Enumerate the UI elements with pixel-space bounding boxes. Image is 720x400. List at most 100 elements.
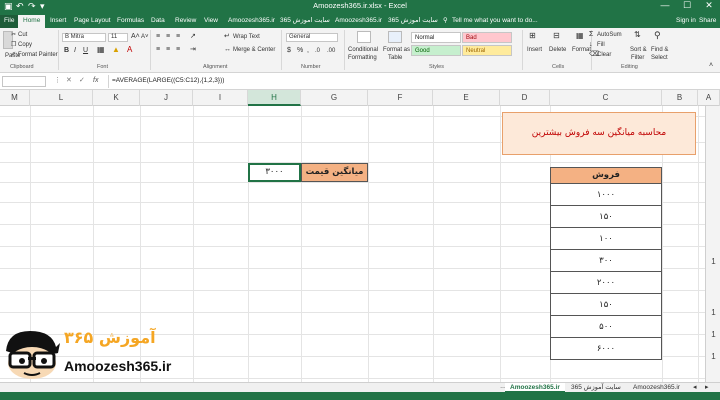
row-header[interactable]: 1: [706, 308, 720, 317]
underline-button[interactable]: U: [83, 47, 88, 55]
indent-icon[interactable]: ⇥: [190, 46, 196, 54]
bold-button[interactable]: B: [64, 47, 69, 55]
maximize-button[interactable]: ☐: [680, 0, 694, 11]
italic-button[interactable]: I: [74, 47, 76, 55]
tell-me-search[interactable]: Tell me what you want to do...: [452, 15, 538, 28]
find-select-button[interactable]: Find &: [651, 46, 668, 54]
decrease-decimal-icon[interactable]: .00: [327, 47, 335, 55]
column-header[interactable]: C: [550, 90, 662, 106]
align-center-icon[interactable]: ≡: [166, 46, 170, 54]
sales-cell[interactable]: ۶۰۰۰: [550, 338, 662, 360]
share-button[interactable]: Share: [699, 15, 716, 28]
merge-center-button[interactable]: Merge & Center: [233, 46, 275, 54]
align-middle-icon[interactable]: ≡: [166, 33, 170, 41]
column-header[interactable]: E: [433, 90, 500, 106]
orientation-icon[interactable]: ↗: [190, 33, 196, 41]
percent-icon[interactable]: %: [297, 47, 303, 55]
insert-cells-button[interactable]: Insert: [527, 46, 542, 54]
format-as-table-button-line2[interactable]: Table: [388, 54, 402, 62]
font-color-icon[interactable]: A: [127, 46, 132, 54]
tab-data[interactable]: Data: [151, 15, 165, 28]
currency-icon[interactable]: $: [287, 47, 291, 55]
shrink-font-icon[interactable]: A˅: [141, 33, 149, 41]
minimize-button[interactable]: —: [658, 0, 672, 10]
cut-button[interactable]: Cut: [18, 31, 27, 39]
column-header[interactable]: G: [301, 90, 368, 106]
conditional-formatting-button[interactable]: Conditional: [348, 46, 378, 54]
style-neutral[interactable]: Neutral: [462, 45, 512, 56]
style-good[interactable]: Good: [411, 45, 461, 56]
format-as-table-button[interactable]: Format as: [383, 46, 410, 54]
align-top-icon[interactable]: ≡: [156, 33, 160, 41]
clear-button[interactable]: Clear: [597, 51, 611, 59]
tab-view[interactable]: View: [204, 15, 218, 28]
font-size-select[interactable]: 11: [108, 33, 128, 42]
column-header[interactable]: M: [0, 90, 30, 106]
tab-amoozesh-1[interactable]: Amoozesh365.ir: [228, 15, 275, 28]
wrap-text-button[interactable]: Wrap Text: [233, 33, 260, 41]
tab-site-amoozesh-2[interactable]: سایت اموزش 365: [388, 15, 438, 28]
column-header[interactable]: B: [662, 90, 698, 106]
copy-button[interactable]: Copy: [18, 41, 32, 49]
font-name-select[interactable]: B Mitra: [62, 33, 106, 42]
number-format-select[interactable]: General: [286, 33, 338, 42]
delete-cells-button[interactable]: Delete: [549, 46, 566, 54]
tab-file[interactable]: File: [0, 15, 19, 28]
fill-color-icon[interactable]: ▲: [112, 46, 120, 54]
grow-font-icon[interactable]: A˄: [131, 33, 140, 41]
fill-button[interactable]: Fill: [597, 41, 605, 49]
tab-formulas[interactable]: Formulas: [117, 15, 144, 28]
format-as-table-icon[interactable]: [388, 31, 402, 43]
conditional-formatting-button-line2[interactable]: Formatting: [348, 54, 377, 62]
tab-page-layout[interactable]: Page Layout: [74, 15, 111, 28]
sort-filter-button[interactable]: Sort &: [630, 46, 647, 54]
column-header[interactable]: I: [193, 90, 248, 106]
column-header[interactable]: K: [93, 90, 140, 106]
sign-in-link[interactable]: Sign in: [676, 15, 696, 28]
tab-site-amoozesh-1[interactable]: سایت اموزش 365: [280, 15, 330, 28]
column-header[interactable]: F: [368, 90, 433, 106]
align-right-icon[interactable]: ≡: [176, 46, 180, 54]
sales-cell[interactable]: ۳۰۰: [550, 250, 662, 272]
align-bottom-icon[interactable]: ≡: [176, 33, 180, 41]
sort-filter-button-line2[interactable]: Filter: [631, 54, 644, 62]
row-header[interactable]: 1: [706, 257, 720, 266]
tab-insert[interactable]: Insert: [50, 15, 66, 28]
find-select-button-line2[interactable]: Select: [651, 54, 668, 62]
tab-amoozesh-2[interactable]: Amoozesh365.ir: [335, 15, 382, 28]
column-header[interactable]: D: [500, 90, 550, 106]
formula-input[interactable]: =AVERAGE(LARGE((C5:C12),{1,2,3})): [112, 77, 224, 84]
sales-cell[interactable]: ۱۵۰: [550, 294, 662, 316]
average-label-cell[interactable]: میانگین قیمت: [301, 163, 368, 182]
conditional-formatting-icon[interactable]: [357, 31, 371, 43]
autosum-button[interactable]: AutoSum: [597, 31, 622, 39]
close-button[interactable]: ✕: [702, 0, 716, 11]
row-header[interactable]: 1: [706, 352, 720, 361]
average-value-cell[interactable]: ۳۰۰۰: [248, 163, 301, 182]
style-normal[interactable]: Normal: [411, 32, 461, 43]
column-header[interactable]: A: [698, 90, 720, 106]
sales-cell[interactable]: ۱۰۰۰: [550, 184, 662, 206]
sales-header-cell[interactable]: فروش: [550, 167, 662, 184]
collapse-ribbon-icon[interactable]: ˄: [709, 62, 713, 70]
borders-icon[interactable]: ▦: [97, 46, 105, 54]
tab-review[interactable]: Review: [175, 15, 196, 28]
increase-decimal-icon[interactable]: .0: [315, 47, 320, 55]
tab-home[interactable]: Home: [18, 15, 46, 28]
insert-function-button[interactable]: fx: [93, 77, 98, 85]
align-left-icon[interactable]: ≡: [156, 46, 160, 54]
comma-style-icon[interactable]: ,: [307, 47, 309, 55]
sales-cell[interactable]: ۵۰۰: [550, 316, 662, 338]
column-header-selected[interactable]: H: [248, 90, 301, 106]
sales-cell[interactable]: ۱۵۰: [550, 206, 662, 228]
name-box[interactable]: [2, 76, 46, 87]
row-header[interactable]: 1: [706, 330, 720, 339]
column-header[interactable]: L: [30, 90, 93, 106]
format-painter-button[interactable]: Format Painter: [18, 51, 58, 59]
sales-cell[interactable]: ۱۰۰: [550, 228, 662, 250]
cancel-entry-icon[interactable]: ✕: [66, 77, 72, 85]
style-bad[interactable]: Bad: [462, 32, 512, 43]
confirm-entry-icon[interactable]: ✓: [79, 77, 85, 85]
column-header[interactable]: J: [140, 90, 193, 106]
sales-cell[interactable]: ۲۰۰۰: [550, 272, 662, 294]
